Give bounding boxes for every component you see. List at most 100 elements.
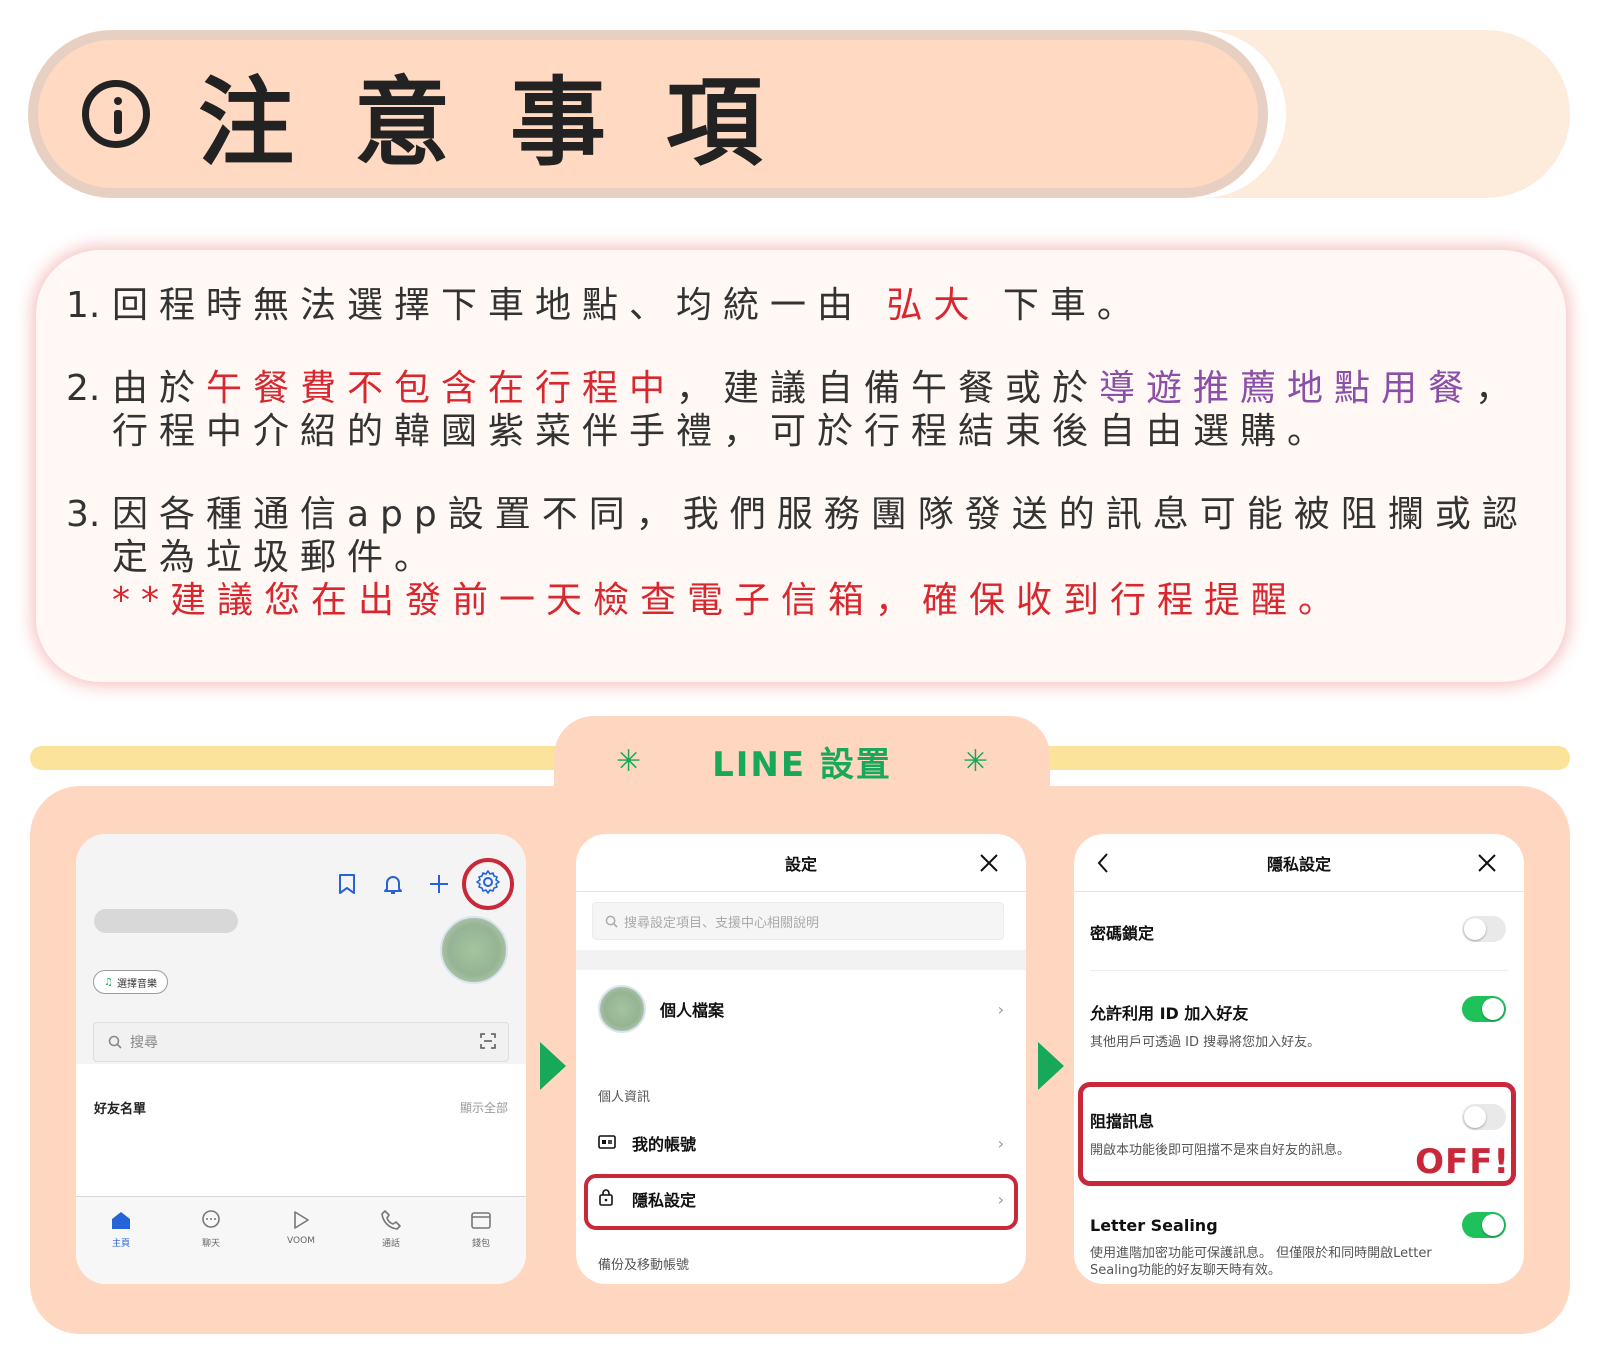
settings-item-my-account[interactable]: 我的帳號 ›: [598, 1130, 1004, 1156]
gear-icon[interactable]: [475, 869, 501, 899]
nav-label: 聊天: [201, 1239, 220, 1249]
sparkle-icon: ✳: [616, 744, 642, 779]
note-line: 定為垃圾郵件。: [112, 536, 1532, 579]
section-label-personal: 個人資訊: [598, 1090, 651, 1105]
back-icon[interactable]: [1096, 852, 1110, 880]
settings-item-profile[interactable]: 個人檔案 ›: [598, 984, 1004, 1034]
profile-name-placeholder: [94, 909, 238, 933]
item-title: 密碼鎖定: [1090, 924, 1155, 943]
chevron-right-icon: ›: [997, 1133, 1004, 1153]
item-title: Letter Sealing: [1090, 1216, 1218, 1235]
home-icon: [112, 1212, 130, 1229]
privacy-highlight: [584, 1174, 1018, 1230]
chevron-right-icon: ›: [997, 999, 1004, 1019]
step-arrow-icon: [540, 1042, 566, 1090]
note-item: 3. 因各種通信app設置不同，我們服務團隊發送的訊息可能被阻攔或認 定為垃圾郵件。…: [66, 493, 1566, 622]
bookmark-icon[interactable]: [324, 861, 370, 907]
settings-search-input[interactable]: 搜尋設定項目、支援中心相關說明: [592, 902, 1004, 940]
note-segment: 因各種通信app設置不同，我們服務團隊發送的訊息可能被阻攔或認: [112, 494, 1529, 535]
privacy-item-letter-sealing: Letter Sealing 使用進階加密功能可保護訊息。 但僅限於和同時開啟L…: [1090, 1212, 1508, 1279]
nav-item-home[interactable]: 主頁: [91, 1209, 151, 1284]
note-item: 1. 回程時無法選擇下車地點、均統一由 弘大 下車。: [66, 284, 1566, 327]
note-highlight: 午餐費不包含在行程中: [206, 368, 677, 409]
home-header: ♫ 選擇音樂 搜尋: [76, 834, 526, 1064]
note-segment: ，: [1475, 368, 1523, 409]
section-gap: [576, 950, 1026, 970]
nav-item-call[interactable]: 通話: [361, 1209, 421, 1284]
note-line: **建議您在出發前一天檢查電子信箱，確保收到行程提醒。: [112, 579, 1532, 622]
sparkle-icon: ✳: [962, 744, 988, 779]
note-line: 回程時無法選擇下車地點、均統一由 弘大 下車。: [112, 284, 1532, 327]
friends-list-label: 好友名單: [94, 1102, 147, 1117]
item-title: 允許利用 ID 加入好友: [1090, 1004, 1249, 1023]
page-title: 注意事項: [198, 66, 822, 179]
info-icon: [82, 80, 150, 148]
close-icon[interactable]: [1476, 852, 1498, 874]
note-segment: 下車。: [980, 285, 1144, 326]
note-line: 行程中介紹的韓國紫菜伴手禮，可於行程結束後自由選購。: [112, 410, 1532, 453]
scan-icon[interactable]: [480, 1033, 496, 1053]
nav-item-chat[interactable]: 聊天: [181, 1209, 241, 1284]
off-label: OFF!: [1415, 1142, 1510, 1182]
search-placeholder: 搜尋: [130, 1035, 158, 1051]
id-card-icon: [598, 1134, 618, 1153]
settings-highlight[interactable]: [462, 858, 514, 910]
search-input[interactable]: 搜尋: [93, 1022, 509, 1062]
settings-title: 設定: [784, 854, 817, 874]
notes-card: 1. 回程時無法選擇下車地點、均統一由 弘大 下車。 2. 由於午餐費不包含在行程中，…: [36, 250, 1566, 682]
wallet-icon: [471, 1212, 491, 1229]
note-segment: 由於: [112, 368, 207, 409]
note-highlight: 弘大: [886, 285, 981, 326]
phone-settings-screen: 設定 搜尋設定項目、支援中心相關說明 個人檔案 › 個人資訊 我的帳號 › 隱私…: [576, 834, 1026, 1284]
note-line: 因各種通信app設置不同，我們服務團隊發送的訊息可能被阻攔或認: [112, 493, 1532, 536]
nav-label: 主頁: [111, 1239, 130, 1249]
settings-search-placeholder: 搜尋設定項目、支援中心相關說明: [624, 915, 820, 931]
nav-item-voom[interactable]: VOOM: [271, 1209, 331, 1284]
music-button[interactable]: ♫ 選擇音樂: [93, 970, 168, 994]
line-settings-tab: ✳ LINE 設置 ✳: [554, 716, 1050, 806]
note-text: 回程時無法選擇下車地點、均統一由 弘大 下車。: [112, 284, 1532, 327]
passcode-toggle[interactable]: [1462, 916, 1506, 942]
note-segment: 回程時無法選擇下車地點、均統一由: [112, 285, 887, 326]
note-segment: 定為垃圾郵件。: [112, 537, 442, 578]
avatar[interactable]: [440, 916, 508, 984]
item-description: 使用進階加密功能可保護訊息。 但僅限於和同時開啟Letter Sealing功能…: [1090, 1246, 1432, 1278]
voom-icon: [294, 1211, 309, 1229]
search-icon: [108, 1035, 122, 1049]
phone-icon: [381, 1210, 401, 1230]
item-description: 其他用戶可透過 ID 搜尋將您加入好友。: [1090, 1035, 1321, 1050]
nav-item-wallet[interactable]: 錢包: [451, 1209, 511, 1284]
music-button-label: 選擇音樂: [116, 978, 157, 990]
step-arrow-icon: [1038, 1042, 1064, 1090]
avatar: [598, 985, 646, 1033]
phone-privacy-screen: 隱私設定 密碼鎖定 允許利用 ID 加入好友 其他用戶可透過 ID 搜尋將您加入…: [1074, 834, 1524, 1284]
note-number: 1.: [66, 285, 101, 326]
note-number: 3.: [66, 494, 101, 535]
note-line: 由於午餐費不包含在行程中，建議自備午餐或於導遊推薦地點用餐，: [112, 367, 1532, 410]
nav-label: 通話: [381, 1239, 400, 1249]
note-text: 由於午餐費不包含在行程中，建議自備午餐或於導遊推薦地點用餐， 行程中介紹的韓國紫菜…: [112, 367, 1532, 453]
close-icon[interactable]: [978, 852, 1000, 874]
settings-header: 設定: [576, 834, 1026, 892]
privacy-item-allow-id: 允許利用 ID 加入好友 其他用戶可透過 ID 搜尋將您加入好友。: [1090, 996, 1508, 1051]
note-highlight: 導遊推薦地點用餐: [1099, 368, 1476, 409]
header-banner: 注意事項: [28, 30, 1268, 198]
note-number: 2.: [66, 368, 101, 409]
bell-icon[interactable]: [370, 861, 416, 907]
note-text: 因各種通信app設置不同，我們服務團隊發送的訊息可能被阻攔或認 定為垃圾郵件。 **…: [112, 493, 1532, 622]
privacy-item-passcode: 密碼鎖定: [1090, 916, 1508, 944]
add-friend-icon[interactable]: [416, 861, 462, 907]
nav-label: VOOM: [287, 1236, 315, 1246]
search-icon: [605, 915, 618, 928]
privacy-header: 隱私設定: [1074, 834, 1524, 892]
home-toolbar: [324, 858, 514, 910]
allow-id-toggle[interactable]: [1462, 996, 1506, 1022]
note-segment: ，建議自備午餐或於: [676, 368, 1100, 409]
note-item: 2. 由於午餐費不包含在行程中，建議自備午餐或於導遊推薦地點用餐， 行程中介紹的韓國…: [66, 367, 1566, 453]
music-note-icon: ♫: [104, 976, 113, 988]
nav-label: 錢包: [471, 1239, 490, 1249]
letter-sealing-toggle[interactable]: [1462, 1212, 1506, 1238]
show-all-link[interactable]: 顯示全部: [460, 1099, 508, 1116]
bottom-nav: 主頁 聊天 VOOM 通話 錢包: [76, 1196, 526, 1284]
phone-home-screen: ♫ 選擇音樂 搜尋 好友名單 顯示全部 主頁 聊天 VOOM 通話 錢包: [76, 834, 526, 1284]
